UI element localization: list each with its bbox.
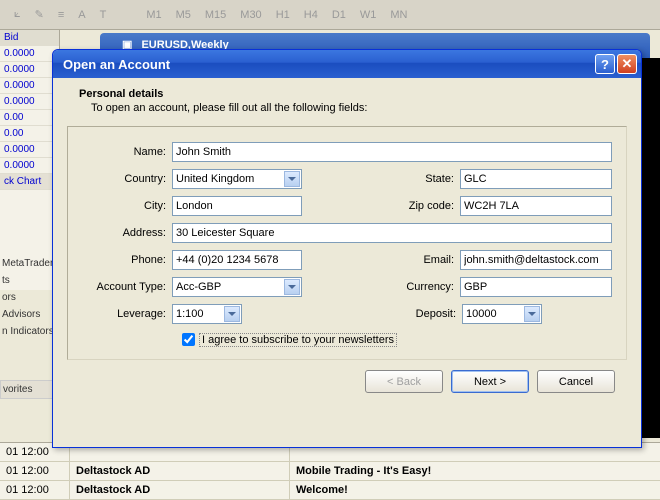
- open-account-dialog: Open an Account ? ✕ Personal details To …: [52, 49, 642, 448]
- back-button: < Back: [365, 370, 443, 393]
- account-type-select[interactable]: Acc-GBP: [172, 277, 302, 297]
- label-address: Address:: [82, 227, 172, 239]
- form-panel: Name: Country: United Kingdom State: Cit…: [67, 126, 627, 360]
- newsletter-label[interactable]: I agree to subscribe to your newsletters: [199, 333, 397, 347]
- label-deposit: Deposit:: [390, 308, 462, 320]
- bg-terminal-grid: 01 12:00 01 12:00Deltastock ADMobile Tra…: [0, 442, 660, 500]
- next-button[interactable]: Next >: [451, 370, 529, 393]
- leverage-select[interactable]: 1:100: [172, 304, 242, 324]
- state-field[interactable]: [460, 169, 612, 189]
- email-field[interactable]: [460, 250, 612, 270]
- label-state: State:: [388, 173, 460, 185]
- label-city: City:: [82, 200, 172, 212]
- cancel-button[interactable]: Cancel: [537, 370, 615, 393]
- name-field[interactable]: [172, 142, 612, 162]
- close-button[interactable]: ✕: [617, 54, 637, 74]
- label-leverage: Leverage:: [82, 308, 172, 320]
- label-country: Country:: [82, 173, 172, 185]
- label-email: Email:: [388, 254, 460, 266]
- dialog-title: Open an Account: [63, 57, 593, 72]
- chevron-down-icon: [284, 279, 300, 295]
- chevron-down-icon: [284, 171, 300, 187]
- label-account-type: Account Type:: [82, 281, 172, 293]
- label-phone: Phone:: [82, 254, 172, 266]
- bg-navigator: MetaTraderts orsAdvisors n Indicators vo…: [0, 255, 60, 399]
- phone-field[interactable]: [172, 250, 302, 270]
- city-field[interactable]: [172, 196, 302, 216]
- newsletter-checkbox[interactable]: [182, 333, 195, 346]
- currency-field[interactable]: [460, 277, 612, 297]
- address-field[interactable]: [172, 223, 612, 243]
- label-currency: Currency:: [388, 281, 460, 293]
- section-title: Personal details: [79, 88, 627, 100]
- country-select[interactable]: United Kingdom: [172, 169, 302, 189]
- label-name: Name:: [82, 146, 172, 158]
- section-subtitle: To open an account, please fill out all …: [91, 102, 627, 114]
- chevron-down-icon: [524, 306, 540, 322]
- bg-market-watch: Bid 0.0000 0.0000 0.0000 0.0000 0.00 0.0…: [0, 30, 60, 290]
- help-button[interactable]: ?: [595, 54, 615, 74]
- bg-toolbar: ⟀✎≡AT M1M5 M15M30 H1H4 D1W1 MN: [0, 0, 660, 30]
- label-zip: Zip code:: [388, 200, 460, 212]
- deposit-select[interactable]: 10000: [462, 304, 542, 324]
- dialog-titlebar[interactable]: Open an Account ? ✕: [53, 50, 641, 78]
- zip-field[interactable]: [460, 196, 612, 216]
- chevron-down-icon: [224, 306, 240, 322]
